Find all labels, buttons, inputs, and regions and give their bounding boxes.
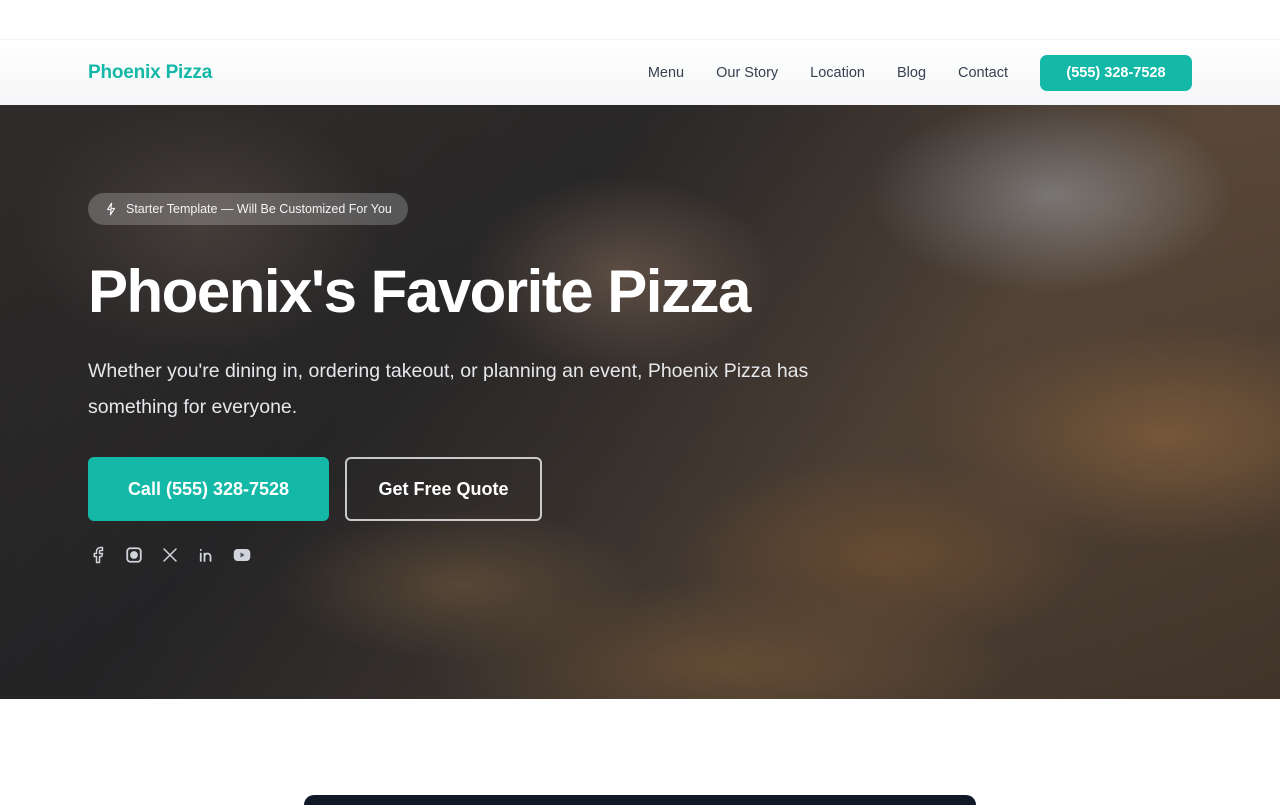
facebook-icon[interactable] [88, 545, 108, 565]
brand-logo[interactable]: Phoenix Pizza [88, 62, 212, 84]
nav-link-blog[interactable]: Blog [897, 65, 926, 81]
social-links [88, 545, 908, 565]
x-icon[interactable] [160, 545, 180, 565]
hero-content: Starter Template — Will Be Customized Fo… [88, 193, 908, 565]
free-quote-button[interactable]: Get Free Quote [345, 457, 542, 521]
top-strip [0, 0, 1280, 40]
sparkle-icon [106, 202, 116, 216]
hero-section: Starter Template — Will Be Customized Fo… [0, 105, 1280, 699]
nav-link-location[interactable]: Location [810, 65, 865, 81]
nav-link-menu[interactable]: Menu [648, 65, 684, 81]
linkedin-icon[interactable] [196, 545, 216, 565]
phone-button[interactable]: (555) 328-7528 [1040, 54, 1192, 91]
nav-link-contact[interactable]: Contact [958, 65, 1008, 81]
call-button[interactable]: Call (555) 328-7528 [88, 457, 329, 521]
nav-link-our-story[interactable]: Our Story [716, 65, 778, 81]
hero-cta-row: Call (555) 328-7528 Get Free Quote [88, 457, 908, 521]
youtube-icon[interactable] [232, 545, 252, 565]
template-badge: Starter Template — Will Be Customized Fo… [88, 193, 408, 225]
hero-subtitle: Whether you're dining in, ordering takeo… [88, 360, 809, 418]
site-header: Phoenix Pizza Menu Our Story Location Bl… [0, 40, 1280, 105]
next-section-card [304, 795, 976, 805]
hero-title: Phoenix's Favorite Pizza [88, 258, 751, 325]
badge-label: Starter Template — Will Be Customized Fo… [126, 202, 392, 216]
instagram-icon[interactable] [124, 545, 144, 565]
main-nav: Menu Our Story Location Blog Contact (55… [648, 54, 1192, 91]
